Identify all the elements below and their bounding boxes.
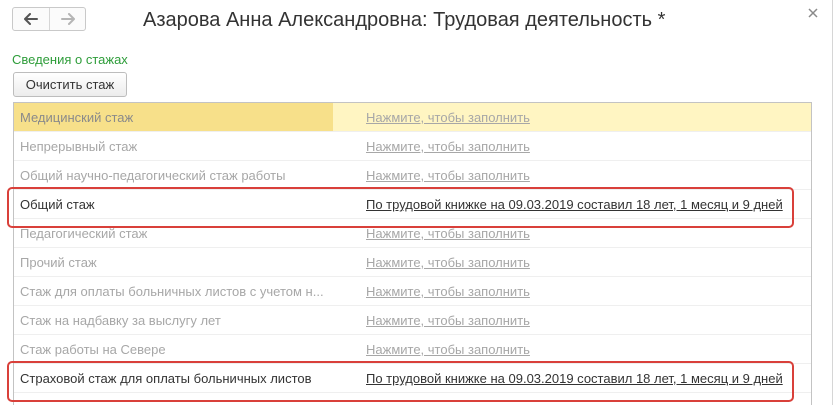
experience-value-link[interactable]: По трудовой книжке на 09.03.2019 состави… [366, 364, 783, 393]
experience-table: Медицинский стаж Нажмите, чтобы заполнить… [13, 102, 812, 405]
form-window: Азарова Анна Александровна: Трудовая дея… [0, 0, 833, 405]
clear-experience-button[interactable]: Очистить стаж [13, 72, 127, 97]
fill-in-link[interactable]: Нажмите, чтобы заполнить [366, 219, 530, 248]
close-button[interactable] [806, 6, 820, 20]
arrow-right-icon [60, 13, 75, 25]
experience-type-cell: Педагогический стаж [20, 226, 148, 241]
table-row[interactable]: Общий научно-педагогический стаж работы Н… [14, 161, 811, 190]
back-button[interactable] [13, 8, 49, 30]
fill-in-link[interactable]: Нажмите, чтобы заполнить [366, 132, 530, 161]
experience-type-cell: Непрерывный стаж [20, 139, 138, 154]
navigation-buttons [12, 7, 86, 31]
fill-in-link[interactable]: Нажмите, чтобы заполнить [366, 103, 530, 132]
table-row[interactable]: Общий стаж По трудовой книжке на 09.03.20… [14, 190, 811, 219]
forward-button[interactable] [49, 8, 85, 30]
experience-type-cell: Прочий стаж [20, 255, 97, 270]
table-row[interactable]: Страховой стаж для оплаты больничных лис… [14, 364, 811, 393]
table-row[interactable]: Стаж работы на Севере Нажмите, чтобы запо… [14, 335, 811, 364]
experience-type-cell: Стаж для оплаты больничных листов с учет… [20, 284, 324, 299]
fill-in-link[interactable]: Нажмите, чтобы заполнить [366, 306, 530, 335]
experience-type-cell: Стаж работы на Севере [20, 342, 166, 357]
experience-type-cell: Стаж на надбавку за выслугу лет [20, 313, 221, 328]
experience-value-link[interactable]: По трудовой книжке на 09.03.2019 состави… [366, 190, 783, 219]
close-icon [808, 8, 818, 18]
table-row[interactable]: Педагогический стаж Нажмите, чтобы заполн… [14, 219, 811, 248]
fill-in-link[interactable]: Нажмите, чтобы заполнить [366, 277, 530, 306]
fill-in-link[interactable]: Нажмите, чтобы заполнить [366, 335, 530, 364]
arrow-left-icon [24, 13, 38, 25]
fill-in-link[interactable]: Нажмите, чтобы заполнить [366, 248, 530, 277]
table-row[interactable]: Прочий стаж Нажмите, чтобы заполнить [14, 248, 811, 277]
table-row[interactable]: Стаж для оплаты больничных листов с учет… [14, 277, 811, 306]
experience-type-cell: Страховой стаж для оплаты больничных лис… [20, 371, 312, 386]
table-row[interactable]: Непрерывный стаж Нажмите, чтобы заполнить [14, 132, 811, 161]
experience-type-cell: Медицинский стаж [14, 103, 333, 132]
experience-type-cell: Общий стаж [20, 197, 95, 212]
row-divider [14, 392, 811, 393]
table-row[interactable]: Стаж на надбавку за выслугу лет Нажмите, … [14, 306, 811, 335]
table-row[interactable]: Медицинский стаж Нажмите, чтобы заполнить [14, 103, 811, 132]
fill-in-link[interactable]: Нажмите, чтобы заполнить [366, 161, 530, 190]
window-title: Азарова Анна Александровна: Трудовая дея… [143, 9, 666, 31]
experience-type-cell: Общий научно-педагогический стаж работы [20, 168, 286, 183]
section-title: Сведения о стажах [12, 52, 128, 67]
